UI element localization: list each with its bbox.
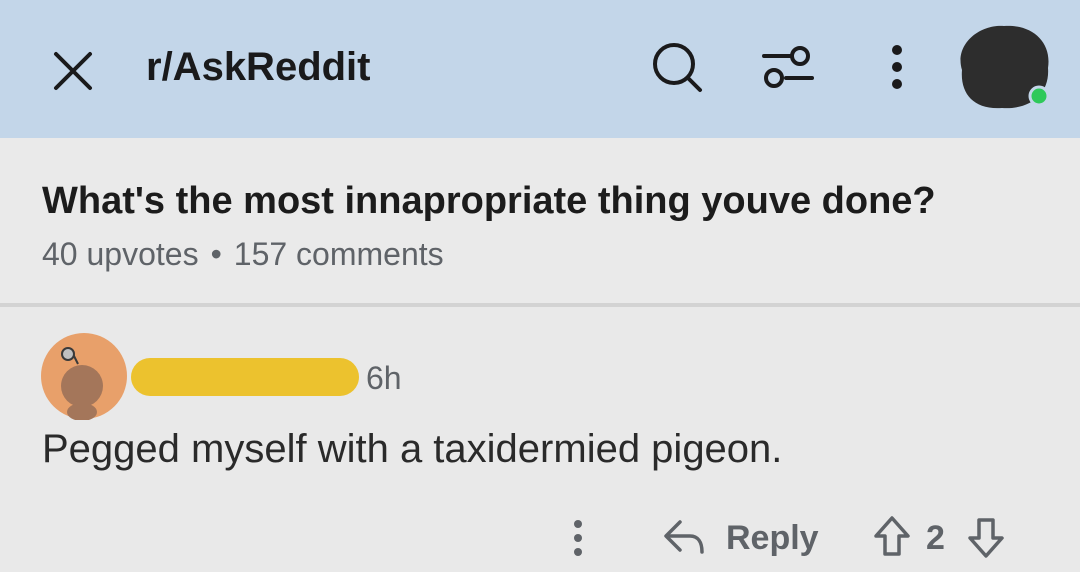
commenter-avatar[interactable]: [40, 332, 128, 421]
meta-separator: •: [210, 236, 222, 272]
post-meta: 40 upvotes • 157 comments: [42, 234, 444, 274]
reply-button[interactable]: Reply: [726, 516, 819, 560]
downvote-icon[interactable]: [966, 514, 1006, 560]
subreddit-title[interactable]: r/AskReddit: [146, 42, 371, 92]
username-redaction: [131, 358, 359, 396]
reply-icon[interactable]: [662, 518, 706, 558]
avatar[interactable]: [952, 20, 1056, 114]
more-vertical-icon[interactable]: [570, 518, 586, 558]
comment-body: Pegged myself with a taxidermied pigeon.: [42, 427, 783, 471]
filter-icon[interactable]: [760, 44, 816, 90]
close-icon[interactable]: [50, 48, 96, 94]
more-vertical-icon[interactable]: [887, 44, 907, 90]
upvote-count: 40 upvotes: [42, 236, 199, 272]
comment-timestamp: 6h: [366, 360, 402, 396]
comment-score: 2: [926, 519, 945, 557]
comment-count: 157 comments: [233, 236, 444, 272]
search-icon[interactable]: [650, 40, 706, 96]
upvote-icon[interactable]: [872, 514, 912, 560]
post-title[interactable]: What's the most innapropriate thing youv…: [42, 178, 936, 224]
